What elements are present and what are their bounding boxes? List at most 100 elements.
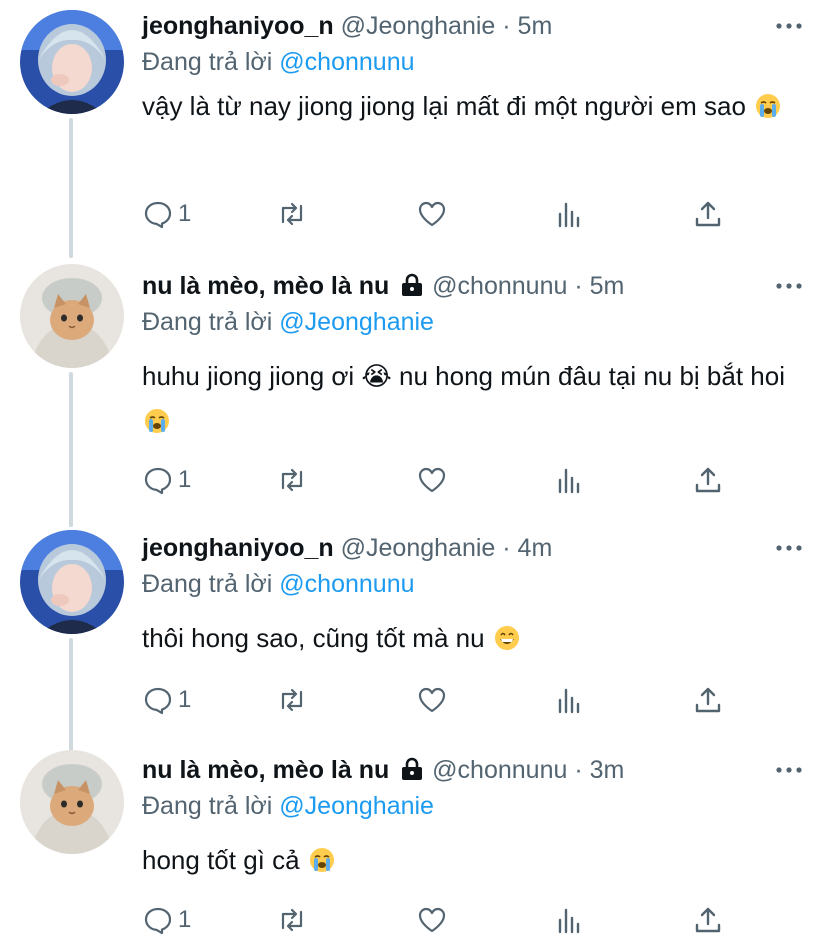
reply-button[interactable]: 1 xyxy=(142,460,191,500)
analytics-icon xyxy=(558,202,580,228)
user-handle[interactable]: @Jeonghanie xyxy=(341,534,496,562)
lock-icon xyxy=(402,273,423,296)
more-options-icon[interactable] xyxy=(774,762,804,778)
replying-to: Đang trả lời @Jeonghanie xyxy=(142,304,808,340)
tweet-actions: 1 xyxy=(142,460,742,500)
tweet[interactable]: nu là mèo, mèo là nu @chonnunu · 5m Đang… xyxy=(0,260,828,518)
heart-icon xyxy=(418,907,446,933)
retweet-button[interactable] xyxy=(276,194,308,234)
separator-dot: · xyxy=(502,534,511,562)
tweet-text: thôi hong sao, cũng tốt mà nu xyxy=(142,616,808,661)
display-name[interactable]: nu là mèo, mèo là nu xyxy=(142,272,389,300)
avatar-image xyxy=(20,750,124,854)
reply-icon xyxy=(144,907,172,935)
tweet[interactable]: jeonghaniyoo_n @Jeonghanie · 5m Đang trả… xyxy=(0,0,828,250)
reply-count: 1 xyxy=(178,906,192,933)
analytics-icon xyxy=(558,688,580,714)
reply-count: 1 xyxy=(178,200,192,227)
user-handle[interactable]: @Jeonghanie xyxy=(341,12,496,40)
timestamp[interactable]: 5m xyxy=(518,12,553,40)
retweet-button[interactable] xyxy=(276,900,308,940)
mention-link[interactable]: @chonnunu xyxy=(279,570,414,598)
timestamp[interactable]: 5m xyxy=(590,272,625,300)
analytics-button[interactable] xyxy=(554,680,586,720)
share-button[interactable] xyxy=(692,680,724,720)
timestamp[interactable]: 3m xyxy=(590,756,625,784)
tweet-header: jeonghaniyoo_n @Jeonghanie · 4m xyxy=(142,530,808,566)
analytics-button[interactable] xyxy=(554,194,586,234)
tweet-actions: 1 xyxy=(142,900,742,940)
user-handle[interactable]: @chonnunu xyxy=(432,756,567,784)
heart-icon xyxy=(418,201,446,227)
like-button[interactable] xyxy=(416,680,448,720)
tweet[interactable]: nu là mèo, mèo là nu @chonnunu · 3m Đang… xyxy=(0,748,828,946)
like-button[interactable] xyxy=(416,194,448,234)
timestamp[interactable]: 4m xyxy=(518,534,553,562)
reply-icon xyxy=(144,201,172,229)
tweet[interactable]: jeonghaniyoo_n @Jeonghanie · 4m Đang trả… xyxy=(0,526,828,736)
analytics-icon xyxy=(558,908,580,934)
reply-icon xyxy=(144,687,172,715)
display-name[interactable]: jeonghaniyoo_n xyxy=(142,12,334,40)
reply-count: 1 xyxy=(178,466,192,493)
retweet-button[interactable] xyxy=(276,680,308,720)
avatar-chonnunu[interactable] xyxy=(20,750,124,854)
more-options-icon[interactable] xyxy=(774,278,804,294)
tweet-header: nu là mèo, mèo là nu @chonnunu · 3m xyxy=(142,752,808,788)
share-icon xyxy=(695,201,721,227)
reply-prefix: Đang trả lời xyxy=(142,308,273,336)
mention-link[interactable]: @Jeonghanie xyxy=(279,308,434,336)
mention-link[interactable]: @Jeonghanie xyxy=(279,792,434,820)
mention-link[interactable]: @chonnunu xyxy=(279,48,414,76)
reply-button[interactable]: 1 xyxy=(142,194,191,234)
share-button[interactable] xyxy=(692,460,724,500)
avatar-image xyxy=(20,530,124,634)
reply-prefix: Đang trả lời xyxy=(142,792,273,820)
avatar-chonnunu[interactable] xyxy=(20,264,124,368)
more-options-icon[interactable] xyxy=(774,18,804,34)
loudly-crying-face-emoji xyxy=(145,409,169,433)
reply-prefix: Đang trả lời xyxy=(142,48,273,76)
share-icon xyxy=(695,687,721,713)
loudly-crying-face-emoji xyxy=(756,94,781,118)
like-button[interactable] xyxy=(416,460,448,500)
avatar-jeonghanie[interactable] xyxy=(20,10,124,114)
retweet-button[interactable] xyxy=(276,460,308,500)
analytics-button[interactable] xyxy=(554,900,586,940)
tweet-text: hong tốt gì cả xyxy=(142,838,808,883)
analytics-button[interactable] xyxy=(554,460,586,500)
display-name[interactable]: jeonghaniyoo_n xyxy=(142,534,334,562)
replying-to: Đang trả lời @chonnunu xyxy=(142,566,808,602)
replying-to: Đang trả lời @chonnunu xyxy=(142,44,808,80)
retweet-icon xyxy=(281,202,303,226)
analytics-icon xyxy=(558,468,580,494)
reply-button[interactable]: 1 xyxy=(142,680,191,720)
retweet-icon xyxy=(281,688,303,712)
replying-to: Đang trả lời @Jeonghanie xyxy=(142,788,808,824)
tweet-actions: 1 xyxy=(142,680,742,720)
like-button[interactable] xyxy=(416,900,448,940)
tweet-text-body: thôi hong sao, cũng tốt mà nu xyxy=(142,623,485,653)
retweet-icon xyxy=(281,468,303,492)
more-options-icon[interactable] xyxy=(774,540,804,556)
tweet-text: huhu jiong jiong ơi 😭 nu hong mún đâu tạ… xyxy=(142,354,808,444)
user-handle[interactable]: @chonnunu xyxy=(432,272,567,300)
tweet-text-body: huhu jiong jiong ơi 😭 nu hong mún đâu tạ… xyxy=(142,361,785,391)
share-button[interactable] xyxy=(692,194,724,234)
avatar-jeonghanie[interactable] xyxy=(20,530,124,634)
tweet-header: nu là mèo, mèo là nu @chonnunu · 5m xyxy=(142,268,808,304)
share-button[interactable] xyxy=(692,900,724,940)
avatar-image xyxy=(20,264,124,368)
share-icon xyxy=(695,907,721,933)
reply-button[interactable]: 1 xyxy=(142,900,191,940)
display-name[interactable]: nu là mèo, mèo là nu xyxy=(142,756,389,784)
tweet-text-body: vậy là từ nay jiong jiong lại mất đi một… xyxy=(142,91,746,121)
avatar-image xyxy=(20,10,124,114)
separator-dot: · xyxy=(574,272,583,300)
lock-icon xyxy=(402,757,423,780)
heart-icon xyxy=(418,687,446,713)
share-icon xyxy=(695,467,721,493)
separator-dot: · xyxy=(574,756,583,784)
grinning-face-emoji xyxy=(494,626,519,650)
tweet-header: jeonghaniyoo_n @Jeonghanie · 5m xyxy=(142,8,808,44)
